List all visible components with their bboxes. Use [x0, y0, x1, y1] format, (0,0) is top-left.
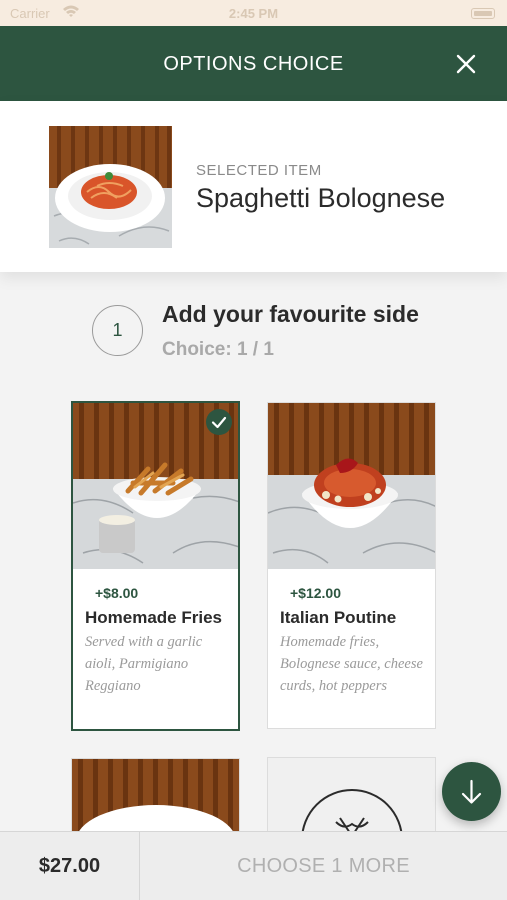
- option-price: +$8.00: [95, 585, 139, 601]
- selected-item-label: SELECTED ITEM: [196, 162, 322, 179]
- battery-icon: [471, 8, 495, 19]
- status-bar: Carrier 2:45 PM: [0, 0, 507, 26]
- choice-counter: Choice: 1 / 1: [162, 339, 274, 360]
- check-icon: [206, 409, 232, 435]
- step-number-badge: 1: [92, 305, 143, 356]
- header-bar: OPTIONS CHOICE: [0, 26, 507, 101]
- option-card-italian-poutine[interactable]: +$12.00 Italian Poutine Homemade fries, …: [267, 402, 436, 729]
- page-title: OPTIONS CHOICE: [163, 53, 344, 75]
- poutine-image: [268, 403, 435, 569]
- option-name: Homemade Fries: [85, 608, 222, 627]
- status-time: 2:45 PM: [228, 6, 279, 21]
- scroll-down-button[interactable]: [442, 762, 501, 821]
- arrow-down-icon: [461, 779, 482, 804]
- selected-item-name: Spaghetti Bolognese: [196, 183, 446, 213]
- option-description: Served with a garlic aioli, Parmigiano R…: [85, 634, 203, 694]
- order-total: $27.00: [0, 832, 140, 900]
- spaghetti-image: [49, 126, 172, 248]
- option-description: Homemade fries, Bolognese sauce, cheese …: [280, 634, 423, 694]
- option-name: Italian Poutine: [280, 608, 397, 627]
- close-icon[interactable]: [455, 53, 477, 75]
- option-price: +$12.00: [290, 585, 341, 601]
- bottom-bar: $27.00 CHOOSE 1 MORE: [0, 831, 507, 900]
- option-card-homemade-fries[interactable]: +$8.00 Homemade Fries Served with a garl…: [71, 401, 240, 731]
- section-title: Add your favourite side: [162, 301, 419, 327]
- selected-item-card: SELECTED ITEM Spaghetti Bolognese: [0, 101, 507, 272]
- choose-more-button[interactable]: CHOOSE 1 MORE: [140, 832, 507, 900]
